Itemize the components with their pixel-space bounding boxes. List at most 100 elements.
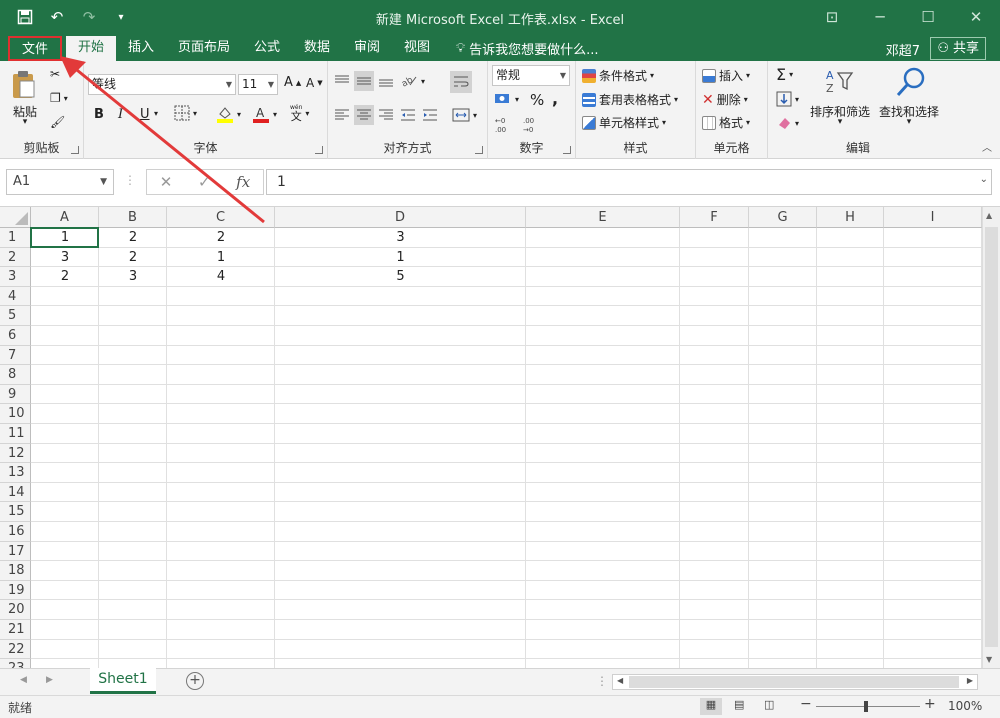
- orientation-icon[interactable]: ab ▾: [400, 73, 425, 89]
- cell-d1[interactable]: 3: [275, 228, 526, 247]
- font-name-combo[interactable]: 等线 ▼: [88, 74, 236, 95]
- underline-dropdown-icon[interactable]: ▾: [154, 109, 158, 118]
- ribbon-display-icon[interactable]: ⊡: [808, 0, 856, 34]
- page-layout-view-icon[interactable]: ▤: [734, 698, 744, 711]
- number-format-combo[interactable]: 常规 ▼: [492, 65, 570, 86]
- collapse-ribbon-icon[interactable]: ︿: [982, 139, 992, 154]
- comma-button[interactable]: ,: [552, 89, 558, 108]
- tab-file[interactable]: 文件: [8, 36, 62, 61]
- worksheet-grid[interactable]: ABCDEFGHI 1 2 3 4 5 6 7 8 9 10 11 12 13 14 15 16 17 18 19 2…: [0, 207, 1000, 668]
- insert-function-icon[interactable]: fx: [236, 173, 250, 191]
- page-break-view-icon[interactable]: ◫: [764, 698, 774, 711]
- cell-b2[interactable]: 2: [99, 248, 167, 267]
- normal-view-icon[interactable]: ▦: [700, 698, 722, 715]
- row-header-1[interactable]: 1: [0, 228, 31, 248]
- format-as-table-button[interactable]: 套用表格格式 ▾: [582, 91, 678, 108]
- row-header-16[interactable]: 16: [0, 522, 31, 542]
- tab-data[interactable]: 数据: [296, 36, 338, 61]
- paste-dropdown-icon[interactable]: ▾: [8, 117, 42, 127]
- formula-input[interactable]: 1: [266, 169, 992, 195]
- column-header-g[interactable]: G: [749, 207, 817, 228]
- cell-c3[interactable]: 4: [167, 267, 275, 286]
- number-launcher-icon[interactable]: [563, 146, 571, 154]
- row-header-9[interactable]: 9: [0, 384, 31, 405]
- format-cells-button[interactable]: 格式 ▾: [702, 114, 750, 131]
- column-header-i[interactable]: I: [884, 207, 982, 228]
- align-right-icon[interactable]: [378, 107, 394, 123]
- vertical-scrollbar[interactable]: ▲ ▼: [982, 207, 1000, 668]
- tell-me-box[interactable]: 💡︎ 告诉我您想要做什么...: [456, 39, 599, 58]
- column-header-e[interactable]: E: [526, 207, 680, 228]
- cell-b3[interactable]: 3: [99, 267, 167, 286]
- maximize-icon[interactable]: ☐: [904, 0, 952, 34]
- zoom-slider[interactable]: [816, 706, 920, 707]
- name-box[interactable]: A1 ▼: [6, 169, 114, 195]
- scroll-down-icon[interactable]: ▼: [986, 655, 992, 664]
- add-sheet-icon[interactable]: +: [186, 672, 204, 690]
- horizontal-scrollbar[interactable]: ◀ ▶: [612, 674, 978, 690]
- minimize-icon[interactable]: ─: [856, 0, 904, 34]
- cut-icon[interactable]: ✂: [50, 67, 60, 81]
- row-header-15[interactable]: 15: [0, 502, 31, 522]
- sort-filter-dropdown-icon[interactable]: ▾: [808, 117, 872, 127]
- bold-button[interactable]: B: [94, 107, 104, 122]
- zoom-level[interactable]: 100%: [948, 699, 982, 713]
- alignment-launcher-icon[interactable]: [475, 146, 483, 154]
- close-icon[interactable]: ✕: [952, 0, 1000, 34]
- row-header-11[interactable]: 11: [0, 424, 31, 444]
- search-icon[interactable]: [894, 65, 928, 102]
- find-select-dropdown-icon[interactable]: ▾: [876, 117, 942, 127]
- align-bottom-icon[interactable]: [378, 73, 394, 89]
- row-header-22[interactable]: 22: [0, 639, 31, 660]
- row-header-3[interactable]: 3: [0, 267, 31, 287]
- clipboard-launcher-icon[interactable]: [71, 146, 79, 154]
- sheet-prev-icon[interactable]: ◀: [20, 675, 27, 685]
- merge-center-icon[interactable]: ▾: [452, 107, 477, 123]
- increase-decimal-icon[interactable]: ←0.00: [494, 115, 514, 135]
- row-header-20[interactable]: 20: [0, 600, 31, 620]
- underline-button[interactable]: U: [140, 107, 150, 122]
- font-color-icon[interactable]: A ▾: [252, 105, 277, 123]
- row-header-21[interactable]: 21: [0, 620, 31, 640]
- column-header-d[interactable]: D: [275, 207, 526, 228]
- cell-a2[interactable]: 3: [31, 248, 99, 267]
- cell-b1[interactable]: 2: [99, 228, 167, 247]
- tab-formulas[interactable]: 公式: [246, 36, 288, 61]
- format-painter-icon[interactable]: 🖌︎: [50, 115, 65, 129]
- delete-cells-button[interactable]: ✕ 删除 ▾: [702, 91, 748, 108]
- align-middle-icon[interactable]: [354, 71, 374, 91]
- row-header-2[interactable]: 2: [0, 247, 31, 268]
- percent-button[interactable]: %: [530, 91, 544, 109]
- row-header-5[interactable]: 5: [0, 306, 31, 326]
- tab-view[interactable]: 视图: [396, 36, 438, 61]
- cell-d2[interactable]: 1: [275, 248, 526, 267]
- cell-a3[interactable]: 2: [31, 267, 99, 286]
- cell-styles-button[interactable]: 单元格样式 ▾: [582, 114, 666, 131]
- column-header-c[interactable]: C: [167, 207, 275, 228]
- row-header-7[interactable]: 7: [0, 345, 31, 366]
- cancel-icon[interactable]: ✕: [160, 173, 173, 191]
- share-button[interactable]: ⚇ 共享: [930, 37, 986, 60]
- insert-cells-button[interactable]: 插入 ▾: [702, 67, 750, 84]
- font-size-combo[interactable]: 11 ▼: [238, 74, 278, 95]
- column-header-a[interactable]: A: [31, 207, 99, 228]
- horizontal-scroll-thumb[interactable]: [629, 676, 959, 688]
- decrease-font-icon[interactable]: A ▼: [306, 76, 323, 90]
- cell-d3[interactable]: 5: [275, 267, 526, 286]
- row-header-8[interactable]: 8: [0, 365, 31, 385]
- row-header-14[interactable]: 14: [0, 482, 31, 503]
- cell-c2[interactable]: 1: [167, 248, 275, 267]
- autosum-icon[interactable]: Σ ▾: [776, 65, 793, 84]
- vertical-scroll-thumb[interactable]: [985, 227, 998, 647]
- cell-c1[interactable]: 2: [167, 228, 275, 247]
- align-left-icon[interactable]: [334, 107, 350, 123]
- fill-icon[interactable]: ▾: [776, 91, 799, 107]
- zoom-out-icon[interactable]: −: [800, 696, 812, 712]
- italic-button[interactable]: I: [118, 107, 123, 122]
- row-header-13[interactable]: 13: [0, 463, 31, 483]
- scroll-right-icon[interactable]: ▶: [967, 676, 973, 685]
- user-name[interactable]: 邓超7: [886, 40, 920, 59]
- row-header-17[interactable]: 17: [0, 541, 31, 562]
- copy-icon[interactable]: ❐ ▾: [50, 91, 68, 105]
- column-header-b[interactable]: B: [99, 207, 167, 228]
